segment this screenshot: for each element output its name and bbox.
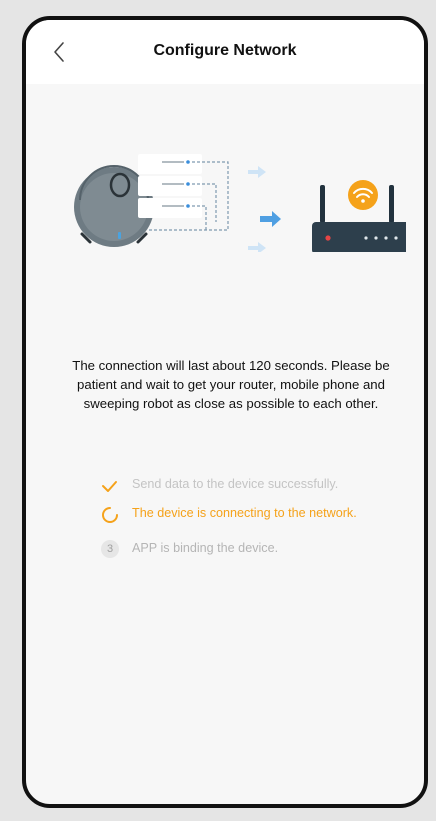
loading-spinner-icon [102,507,118,523]
header-bar: Configure Network [26,20,424,84]
step-number: 3 [101,540,119,558]
check-icon [102,481,117,492]
phone-frame: Configure Network The connection will la… [22,16,428,808]
step-label: The device is connecting to the network. [132,506,357,520]
step-connecting: The device is connecting to the network. [100,505,360,523]
step-label: APP is binding the device. [132,541,279,555]
progress-steps: Send data to the device successfully. Th… [100,476,360,558]
connection-message: The connection will last about 120 secon… [72,358,390,411]
page-title: Configure Network [153,42,297,59]
step-label: Send data to the device successfully. [132,477,339,491]
network-illustration [74,154,406,252]
transfer-arrows-icon [248,166,281,252]
step-send-data: Send data to the device successfully. [100,476,360,493]
step-binding: 3 APP is binding the device. [100,540,360,558]
wifi-icon [348,180,378,210]
